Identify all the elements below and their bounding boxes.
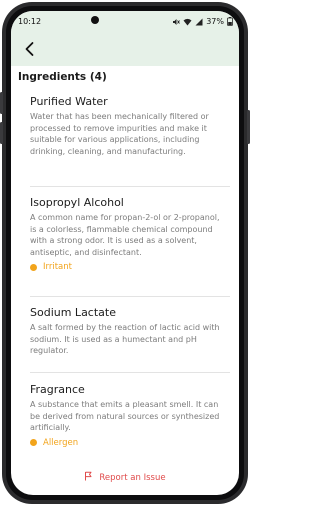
tag-label: Allergen <box>43 437 79 448</box>
ingredient-name: Sodium Lactate <box>30 306 116 319</box>
app-header: 10:12 37% <box>11 11 239 66</box>
battery-percent: 37% <box>206 17 224 26</box>
ingredient-name: Isopropyl Alcohol <box>30 196 124 209</box>
screen: 10:12 37% Ingredients (4) Purified Water… <box>11 11 239 495</box>
back-arrow-icon[interactable] <box>21 40 39 58</box>
irritant-tag: Irritant <box>30 262 230 272</box>
ingredient-item: Sodium Lactate A salt formed by the reac… <box>30 306 230 357</box>
report-issue-button[interactable]: Report an Issue <box>11 471 239 484</box>
divider <box>30 372 230 373</box>
warning-dot-icon <box>30 439 37 447</box>
phone-device: 10:12 37% Ingredients (4) Purified Water… <box>0 0 250 506</box>
tag-label: Irritant <box>43 262 72 273</box>
ingredient-item: Purified Water Water that has been mecha… <box>30 95 230 157</box>
front-camera <box>91 16 99 24</box>
report-label: Report an Issue <box>99 472 166 483</box>
ingredient-description: Water that has been mechanically filtere… <box>30 112 209 156</box>
battery-icon <box>227 17 233 26</box>
ingredient-item: Isopropyl Alcohol A common name for prop… <box>30 196 230 272</box>
status-icons: 37% <box>172 17 233 26</box>
wifi-icon <box>183 18 192 26</box>
ingredient-name: Purified Water <box>30 95 108 108</box>
section-title: Ingredients (4) <box>18 71 107 83</box>
divider <box>30 186 230 187</box>
warning-dot-icon <box>30 263 37 271</box>
ingredient-description: A common name for propan-2-ol or 2-propa… <box>30 213 220 257</box>
status-bar: 10:12 37% <box>11 11 239 33</box>
ingredient-description: A substance that emits a pleasant smell.… <box>30 400 220 433</box>
divider <box>30 296 230 297</box>
ingredient-item: Fragrance A substance that emits a pleas… <box>30 383 230 448</box>
volume-up-button <box>0 92 3 114</box>
allergen-tag: Allergen <box>30 438 230 448</box>
power-button <box>247 110 250 144</box>
status-time: 10:12 <box>18 17 42 26</box>
flag-icon <box>84 471 93 484</box>
volume-down-button <box>0 122 3 144</box>
signal-icon <box>195 18 203 26</box>
ingredient-description: A salt formed by the reaction of lactic … <box>30 323 220 356</box>
ingredient-name: Fragrance <box>30 383 85 396</box>
mute-icon <box>172 18 181 26</box>
